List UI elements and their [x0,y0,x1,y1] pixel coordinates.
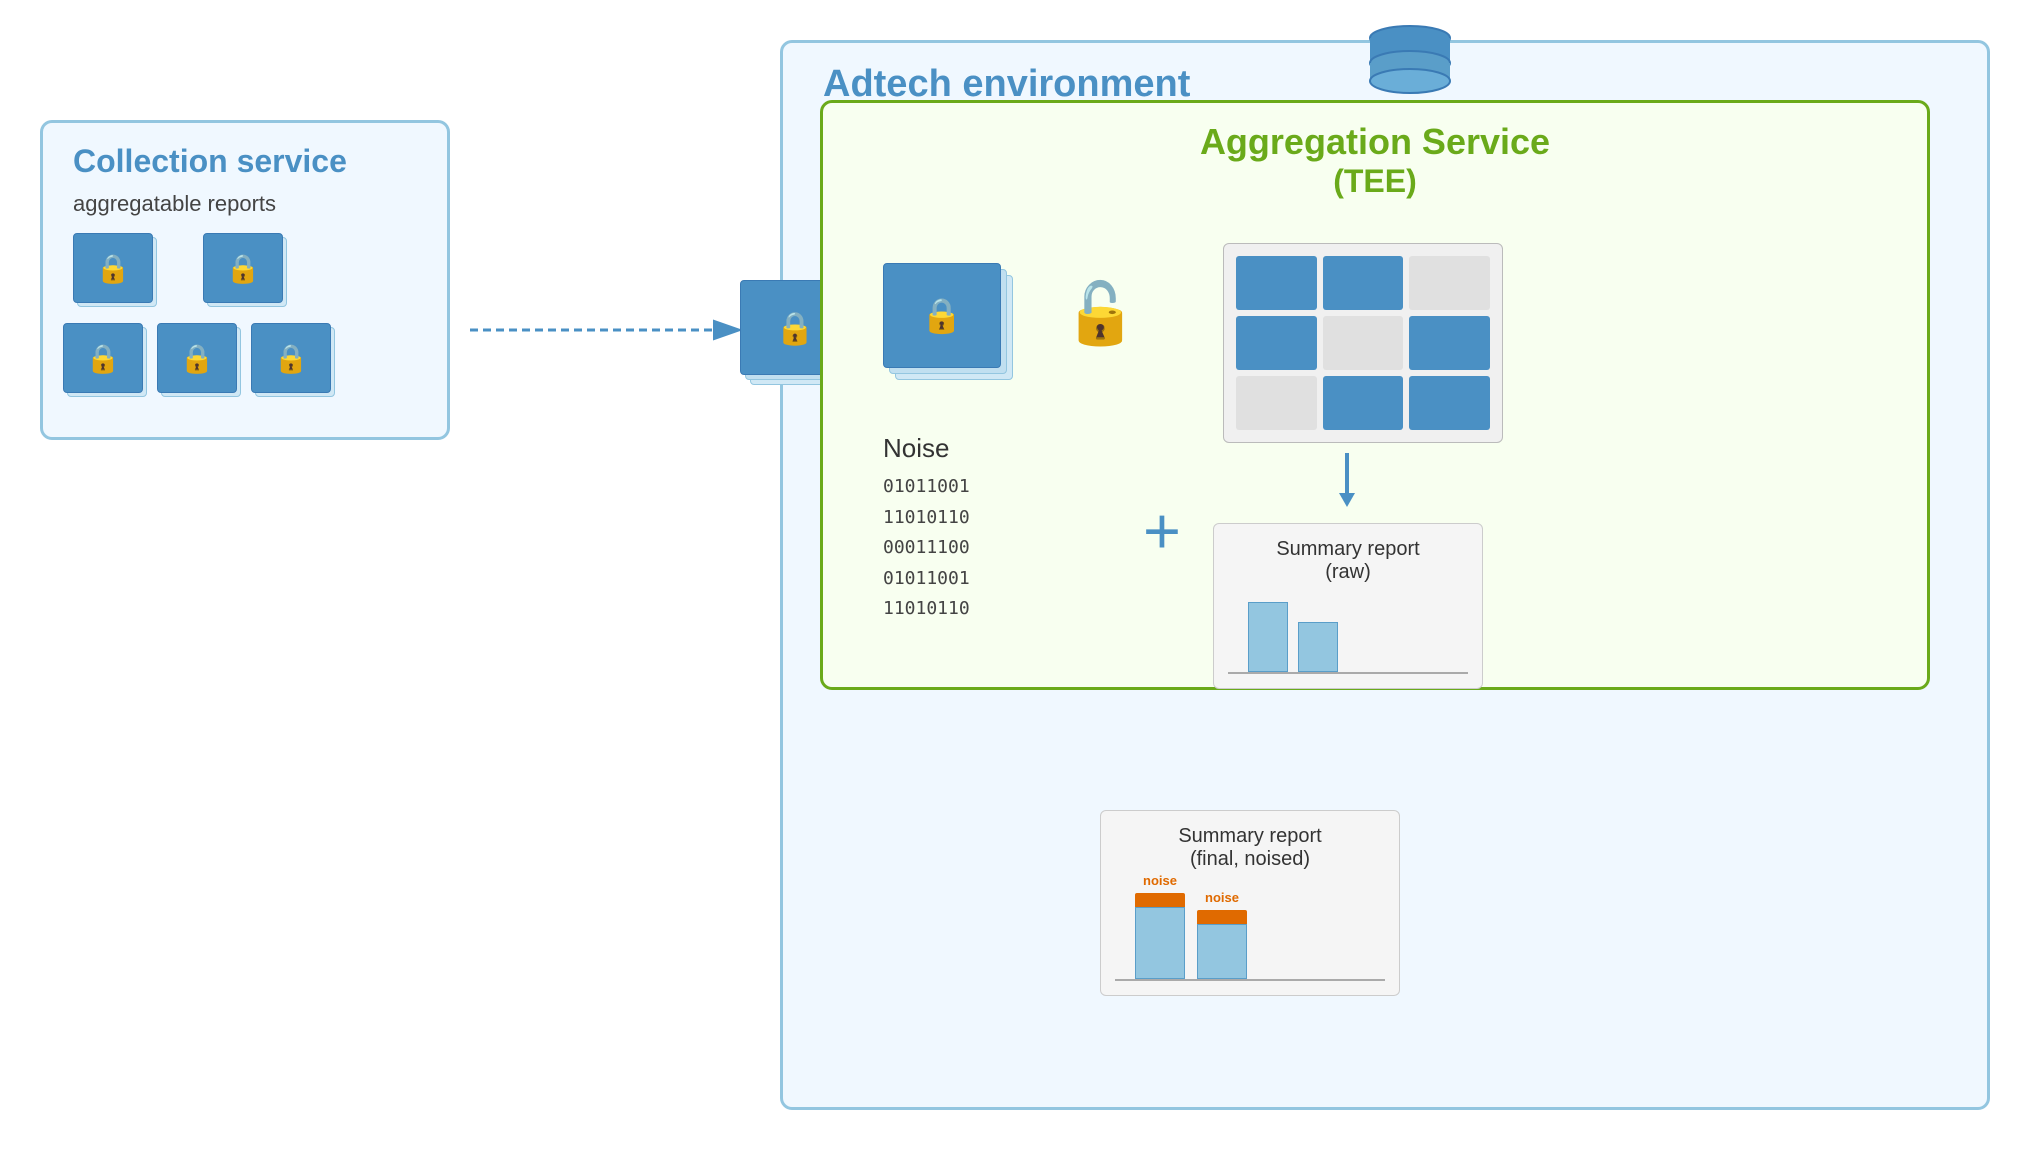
aggregation-service-box: Aggregation Service (TEE) 🔒 🔓 [820,100,1930,690]
summary-final-card: Summary report (final, noised) noise noi… [1100,810,1400,996]
aggregation-subtitle: (TEE) [1333,163,1417,199]
plus-sign: + [1143,493,1181,568]
noise-label-bar1: noise [1143,873,1177,888]
summary-final-label2: (final, noised) [1190,848,1310,870]
summary-final-label1: Summary report [1178,825,1321,847]
noise-section: Noise 01011001 11010110 00011100 0101100… [883,433,970,625]
collection-title: Collection service [73,143,347,180]
diagram-container: Adtech environment Collection service ag… [0,0,2032,1160]
collection-service-box: Collection service aggregatable reports … [40,120,450,440]
unlocked-lock-icon: 🔓 [1063,278,1138,349]
down-arrow [1339,453,1355,507]
noise-label-bar2: noise [1205,890,1239,905]
collection-subtitle: aggregatable reports [73,191,276,217]
database-icon [1360,20,1460,105]
aggregation-title: Aggregation Service [1200,121,1550,162]
noise-label: Noise [883,433,970,464]
summary-raw-label1: Summary report [1276,538,1419,560]
summary-raw-label2: (raw) [1325,561,1371,583]
grid-report-icon [1223,243,1503,443]
summary-raw-card: Summary report (raw) [1213,523,1483,689]
noise-binary: 01011001 11010110 00011100 01011001 1101… [883,472,970,625]
aggregation-batch-docs: 🔒 [883,263,1013,383]
